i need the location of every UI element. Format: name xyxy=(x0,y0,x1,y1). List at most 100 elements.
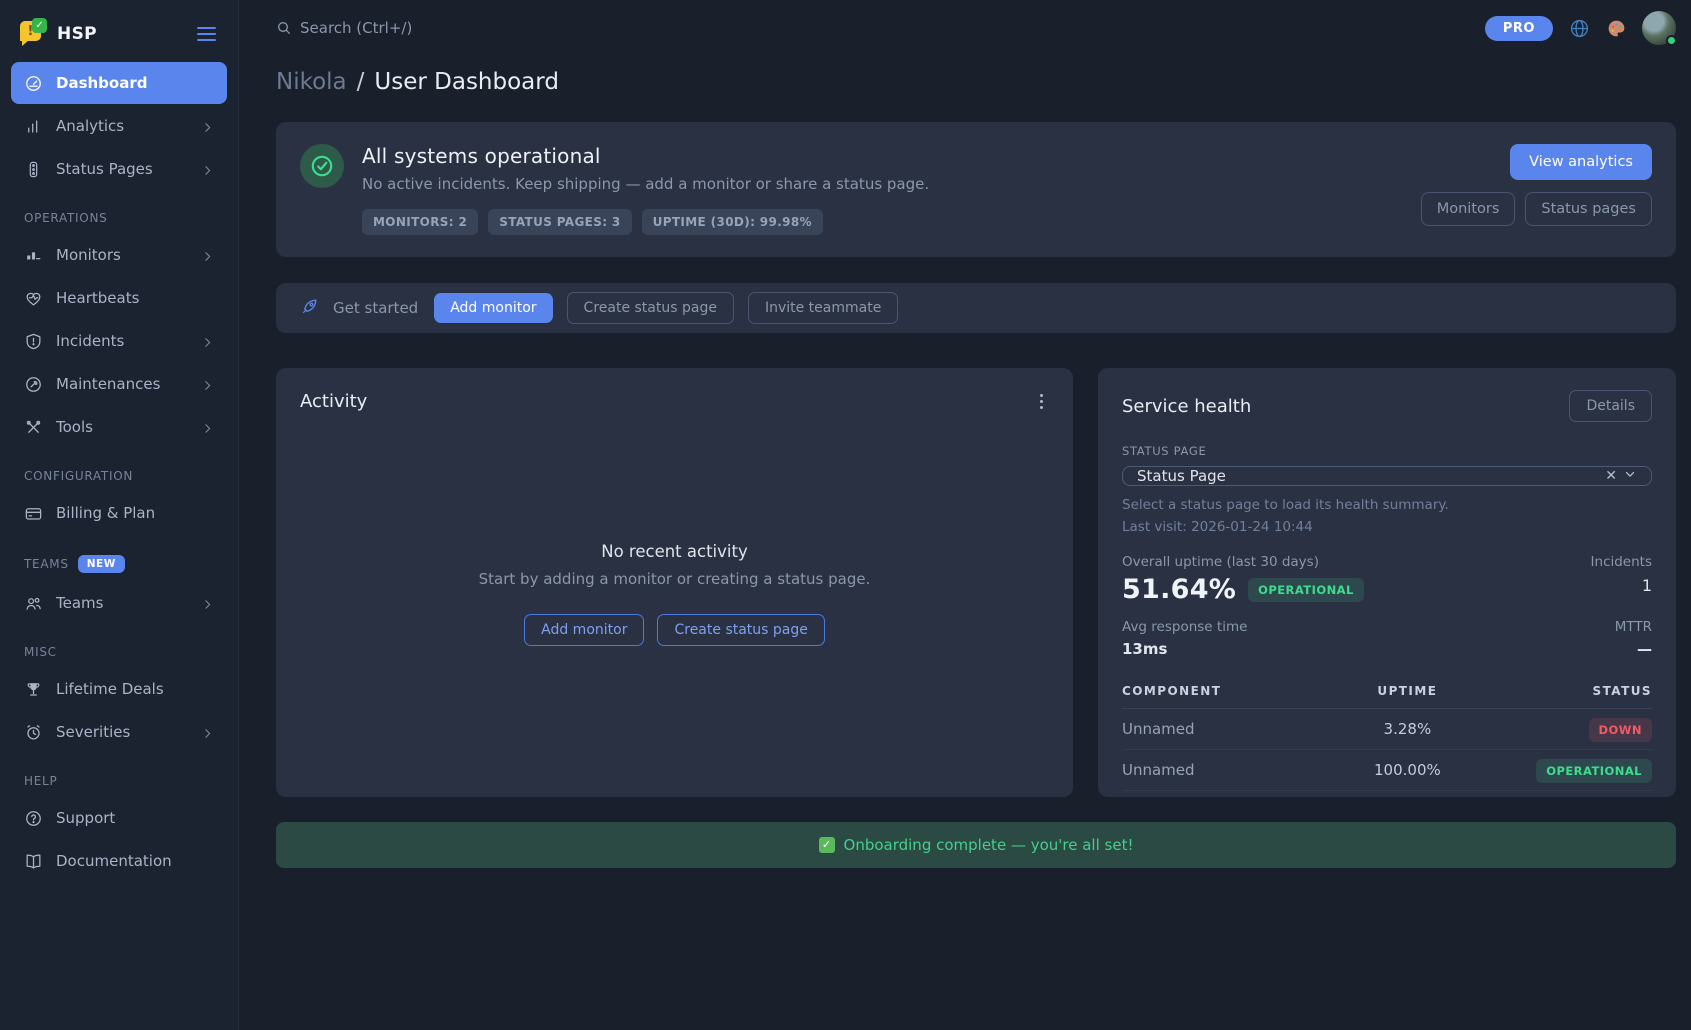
monitors-button[interactable]: Monitors xyxy=(1421,192,1516,226)
sidebar-item-monitors[interactable]: Monitors xyxy=(11,234,227,276)
empty-state-title: No recent activity xyxy=(479,542,871,561)
sidebar-item-label: Status Pages xyxy=(56,160,153,178)
sidebar-item-teams[interactable]: Teams xyxy=(11,582,227,624)
gauge-icon xyxy=(24,74,43,93)
topbar: PRO xyxy=(276,0,1676,56)
sidebar-item-label: Documentation xyxy=(56,852,172,870)
global-search[interactable] xyxy=(276,19,520,37)
column-header-uptime: UPTIME xyxy=(1326,684,1489,698)
add-monitor-button[interactable]: Add monitor xyxy=(434,293,552,323)
status-page-label: STATUS PAGE xyxy=(1122,444,1652,458)
sidebar-item-heartbeats[interactable]: Heartbeats xyxy=(11,277,227,319)
sidebar-item-label: Severities xyxy=(56,723,130,741)
search-icon xyxy=(276,20,292,36)
sidebar-section-operations: OPERATIONS xyxy=(24,211,214,225)
operational-status-badge: OPERATIONAL xyxy=(1536,759,1652,783)
empty-create-status-page-button[interactable]: Create status page xyxy=(657,614,824,646)
details-button[interactable]: Details xyxy=(1569,390,1652,422)
status-page-select-value: Status Page xyxy=(1137,467,1226,485)
sidebar-item-maintenances[interactable]: Maintenances xyxy=(11,363,227,405)
sidebar-item-support[interactable]: Support xyxy=(11,797,227,839)
heart-pulse-icon xyxy=(24,289,43,308)
brand-name: HSP xyxy=(57,24,97,44)
sidebar: !✓ HSP Dashboard Analytics Status Pages … xyxy=(0,0,239,1030)
components-table: COMPONENT UPTIME STATUS Unnamed 3.28% DO… xyxy=(1122,676,1652,791)
sidebar-item-label: Support xyxy=(56,809,115,827)
help-circle-icon xyxy=(24,809,43,828)
page-title: User Dashboard xyxy=(374,69,559,95)
sidebar-item-incidents[interactable]: Incidents xyxy=(11,320,227,362)
create-status-page-button[interactable]: Create status page xyxy=(567,292,734,324)
activity-title: Activity xyxy=(300,391,367,412)
book-icon xyxy=(24,852,43,871)
activity-empty-state: No recent activity Start by adding a mon… xyxy=(479,542,871,646)
clear-selection-icon[interactable]: ✕ xyxy=(1599,468,1623,484)
status-page-select[interactable]: Status Page ✕ xyxy=(1122,466,1652,486)
chevron-down-icon[interactable] xyxy=(1623,467,1637,485)
operational-badge: OPERATIONAL xyxy=(1248,578,1364,602)
sidebar-item-tools[interactable]: Tools xyxy=(11,406,227,448)
chevron-right-icon xyxy=(201,163,214,176)
wrench-circle-icon xyxy=(24,375,43,394)
sidebar-item-label: Dashboard xyxy=(56,74,147,92)
status-pages-count-badge: STATUS PAGES: 3 xyxy=(488,209,631,235)
sidebar-item-dashboard[interactable]: Dashboard xyxy=(11,62,227,104)
sidebar-item-label: Maintenances xyxy=(56,375,160,393)
empty-state-subtitle: Start by adding a monitor or creating a … xyxy=(479,570,871,588)
sidebar-section-help: HELP xyxy=(24,774,214,788)
breadcrumb-parent[interactable]: Nikola xyxy=(276,69,347,95)
incidents-label: Incidents xyxy=(1591,554,1652,570)
invite-teammate-button[interactable]: Invite teammate xyxy=(748,292,898,324)
user-avatar[interactable] xyxy=(1642,11,1676,45)
credit-card-icon xyxy=(24,504,43,523)
component-uptime: 3.28% xyxy=(1326,720,1489,738)
down-status-badge: DOWN xyxy=(1589,718,1652,742)
view-analytics-button[interactable]: View analytics xyxy=(1510,144,1652,180)
status-pages-button[interactable]: Status pages xyxy=(1525,192,1652,226)
app-window: !✓ HSP Dashboard Analytics Status Pages … xyxy=(0,0,1691,1030)
sidebar-item-label: Tools xyxy=(56,418,93,436)
online-status-dot xyxy=(1666,35,1677,46)
avg-response-label: Avg response time xyxy=(1122,619,1247,635)
check-mark-icon: ✓ xyxy=(819,837,835,853)
mttr-label: MTTR xyxy=(1615,619,1652,635)
sidebar-item-label: Teams xyxy=(56,594,103,612)
language-globe-icon[interactable] xyxy=(1568,17,1590,39)
hero-subtitle: No active incidents. Keep shipping — add… xyxy=(362,175,929,193)
chevron-right-icon xyxy=(201,421,214,434)
component-name: Unnamed xyxy=(1122,761,1326,779)
sidebar-item-lifetime-deals[interactable]: Lifetime Deals xyxy=(11,668,227,710)
sidebar-section-misc: MISC xyxy=(24,645,214,659)
last-visit-text: Last visit: 2026-01-24 10:44 xyxy=(1122,519,1652,535)
uptime-label: Overall uptime (last 30 days) xyxy=(1122,554,1364,570)
sidebar-item-documentation[interactable]: Documentation xyxy=(11,840,227,882)
chevron-right-icon xyxy=(201,335,214,348)
section-teams-label: TEAMS xyxy=(24,557,69,571)
new-badge: NEW xyxy=(78,555,125,573)
bar-chart-icon xyxy=(24,117,43,136)
onboarding-banner-text: Onboarding complete — you're all set! xyxy=(844,836,1134,854)
sidebar-item-severities[interactable]: Severities xyxy=(11,711,227,753)
chevron-right-icon xyxy=(201,120,214,133)
sidebar-toggle-icon[interactable] xyxy=(195,23,218,45)
incidents-value: 1 xyxy=(1591,576,1652,595)
kebab-menu-icon[interactable] xyxy=(1034,390,1049,413)
search-input[interactable] xyxy=(300,19,520,37)
empty-add-monitor-button[interactable]: Add monitor xyxy=(524,614,644,646)
sidebar-item-status-pages[interactable]: Status Pages xyxy=(11,148,227,190)
chevron-right-icon xyxy=(201,726,214,739)
get-started-bar: Get started Add monitor Create status pa… xyxy=(276,283,1676,333)
sidebar-item-billing[interactable]: Billing & Plan xyxy=(11,492,227,534)
monitors-count-badge: MONITORS: 2 xyxy=(362,209,478,235)
sidebar-section-configuration: CONFIGURATION xyxy=(24,469,214,483)
table-row: Unnamed 3.28% DOWN xyxy=(1122,709,1652,750)
sidebar-item-label: Monitors xyxy=(56,246,121,264)
sidebar-item-analytics[interactable]: Analytics xyxy=(11,105,227,147)
theme-palette-icon[interactable] xyxy=(1605,17,1627,39)
sidebar-item-label: Heartbeats xyxy=(56,289,139,307)
pro-badge[interactable]: PRO xyxy=(1485,16,1553,41)
rocket-icon xyxy=(300,297,319,320)
avg-response-value: 13ms xyxy=(1122,640,1247,658)
service-health-card: Service health Details STATUS PAGE Statu… xyxy=(1098,368,1676,797)
sidebar-item-label: Analytics xyxy=(56,117,124,135)
